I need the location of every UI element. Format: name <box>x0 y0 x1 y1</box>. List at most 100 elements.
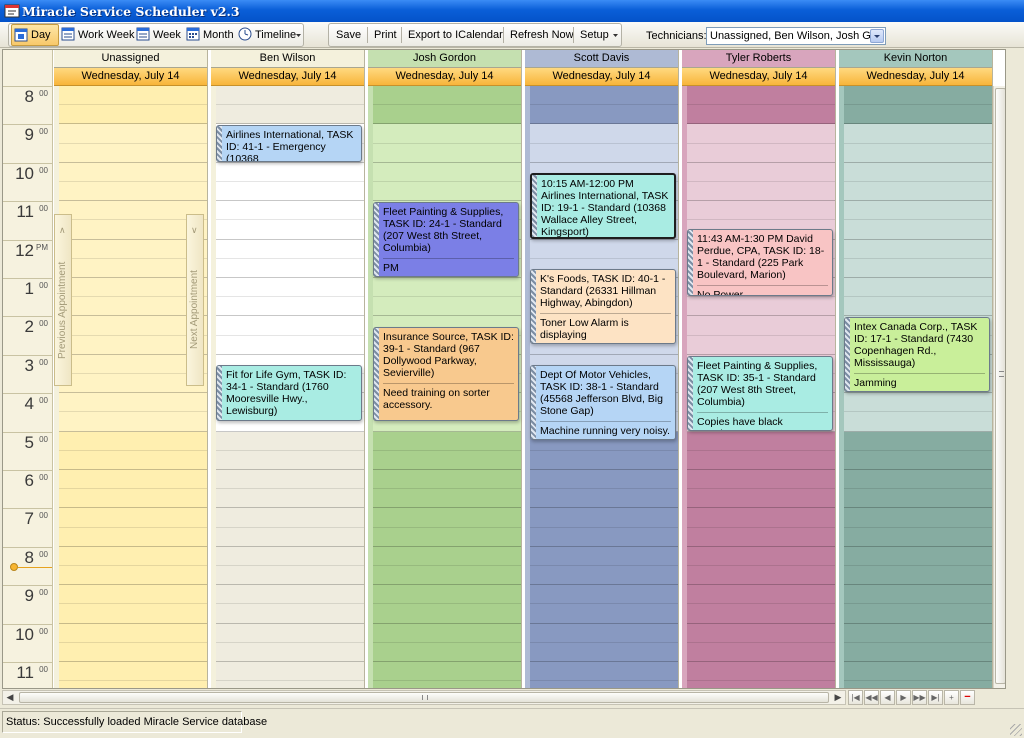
time-slot[interactable] <box>373 124 521 144</box>
time-slot[interactable] <box>59 662 207 682</box>
time-slot[interactable] <box>216 566 364 586</box>
scroll-left-arrow-icon[interactable]: ◀ <box>3 691 17 704</box>
time-slot[interactable] <box>687 431 835 451</box>
time-slot[interactable] <box>530 604 678 624</box>
view-week-button[interactable]: Week <box>134 24 184 46</box>
time-slot[interactable] <box>844 604 992 624</box>
time-slot[interactable] <box>59 431 207 451</box>
time-slot[interactable] <box>844 220 992 240</box>
time-slot[interactable] <box>687 335 835 355</box>
time-slot[interactable] <box>687 297 835 317</box>
time-slot[interactable] <box>373 585 521 605</box>
time-slot[interactable] <box>373 162 521 182</box>
time-slot[interactable] <box>844 182 992 202</box>
time-slot[interactable] <box>216 681 364 688</box>
time-slot[interactable] <box>844 566 992 586</box>
resource-header[interactable]: Kevin Norton <box>839 50 992 68</box>
time-slot[interactable] <box>373 566 521 586</box>
time-slot[interactable] <box>216 316 364 336</box>
time-slot[interactable] <box>844 508 992 528</box>
time-slot[interactable] <box>59 412 207 432</box>
time-slot[interactable] <box>530 585 678 605</box>
time-slot[interactable] <box>530 239 678 259</box>
time-slot[interactable] <box>530 623 678 643</box>
time-slot[interactable] <box>687 182 835 202</box>
time-slot[interactable] <box>844 297 992 317</box>
scroll-right-arrow-icon[interactable]: ▶ <box>831 691 845 704</box>
view-month-button[interactable]: Month <box>184 24 236 46</box>
time-slot[interactable] <box>216 105 364 125</box>
time-slot[interactable] <box>687 604 835 624</box>
time-slot[interactable] <box>687 143 835 163</box>
time-slot[interactable] <box>59 450 207 470</box>
vertical-scrollbar[interactable] <box>993 86 1005 688</box>
time-slot[interactable] <box>59 335 207 355</box>
time-slot[interactable] <box>844 527 992 547</box>
time-slot[interactable] <box>216 335 364 355</box>
time-slot[interactable] <box>687 489 835 509</box>
time-slot[interactable] <box>216 297 364 317</box>
time-slot[interactable] <box>844 258 992 278</box>
time-slot[interactable] <box>59 316 207 336</box>
time-slot[interactable] <box>687 642 835 662</box>
time-slot[interactable] <box>687 470 835 490</box>
time-slot[interactable] <box>844 239 992 259</box>
time-slot[interactable] <box>59 623 207 643</box>
previous-page-icon[interactable]: ◀◀ <box>864 690 879 705</box>
time-slot[interactable] <box>59 489 207 509</box>
time-slot[interactable] <box>216 431 364 451</box>
time-slot[interactable] <box>844 143 992 163</box>
time-slot[interactable] <box>216 662 364 682</box>
appointment[interactable]: Intex Canada Corp., TASK ID: 17-1 - Stan… <box>844 317 990 393</box>
time-slot[interactable] <box>59 527 207 547</box>
time-slot[interactable] <box>59 105 207 125</box>
appointment[interactable]: 11:43 AM-1:30 PM David Perdue, CPA, TASK… <box>687 229 833 297</box>
appointment[interactable]: K's Foods, TASK ID: 40-1 - Standard (263… <box>530 269 676 345</box>
time-slot[interactable] <box>373 604 521 624</box>
time-slot[interactable] <box>844 546 992 566</box>
time-slot[interactable] <box>530 566 678 586</box>
date-header[interactable]: Wednesday, July 14 <box>368 68 521 86</box>
time-slot[interactable] <box>530 124 678 144</box>
time-slot[interactable] <box>216 258 364 278</box>
time-slot[interactable] <box>216 278 364 298</box>
time-slot[interactable] <box>530 642 678 662</box>
time-slot[interactable] <box>59 604 207 624</box>
time-slot[interactable] <box>59 585 207 605</box>
time-slot[interactable] <box>373 623 521 643</box>
resize-grip-icon[interactable] <box>1010 724 1022 736</box>
time-slot[interactable] <box>59 297 207 317</box>
next-appointment-tab[interactable]: ∨ Next Appointment <box>186 214 204 386</box>
time-slot[interactable] <box>373 105 521 125</box>
resource-header[interactable]: Ben Wilson <box>211 50 364 68</box>
time-slot[interactable] <box>59 354 207 374</box>
time-slot[interactable] <box>59 162 207 182</box>
time-slot[interactable] <box>59 681 207 688</box>
resource-header[interactable]: Josh Gordon <box>368 50 521 68</box>
time-slot[interactable] <box>687 585 835 605</box>
first-resource-icon[interactable]: |◀ <box>848 690 863 705</box>
appointment[interactable]: Fleet Painting & Supplies, TASK ID: 24-1… <box>373 202 519 277</box>
time-slot[interactable] <box>216 220 364 240</box>
last-resource-icon[interactable]: ▶| <box>928 690 943 705</box>
time-slot[interactable] <box>59 182 207 202</box>
resource-header[interactable]: Tyler Roberts <box>682 50 835 68</box>
time-slot[interactable] <box>216 527 364 547</box>
time-slot[interactable] <box>59 566 207 586</box>
time-slot[interactable] <box>216 508 364 528</box>
time-slot[interactable] <box>373 642 521 662</box>
time-slot[interactable] <box>216 546 364 566</box>
time-slot[interactable] <box>844 623 992 643</box>
time-slot[interactable] <box>844 124 992 144</box>
time-slot[interactable] <box>59 220 207 240</box>
time-slot[interactable] <box>373 182 521 202</box>
time-slot[interactable] <box>687 546 835 566</box>
time-slot[interactable] <box>373 508 521 528</box>
time-slot[interactable] <box>373 470 521 490</box>
time-slot[interactable] <box>59 143 207 163</box>
time-slot[interactable] <box>59 546 207 566</box>
time-slot[interactable] <box>373 681 521 688</box>
chevron-down-icon[interactable] <box>293 25 304 45</box>
save-button[interactable]: Save <box>333 24 364 46</box>
time-slot[interactable] <box>59 508 207 528</box>
